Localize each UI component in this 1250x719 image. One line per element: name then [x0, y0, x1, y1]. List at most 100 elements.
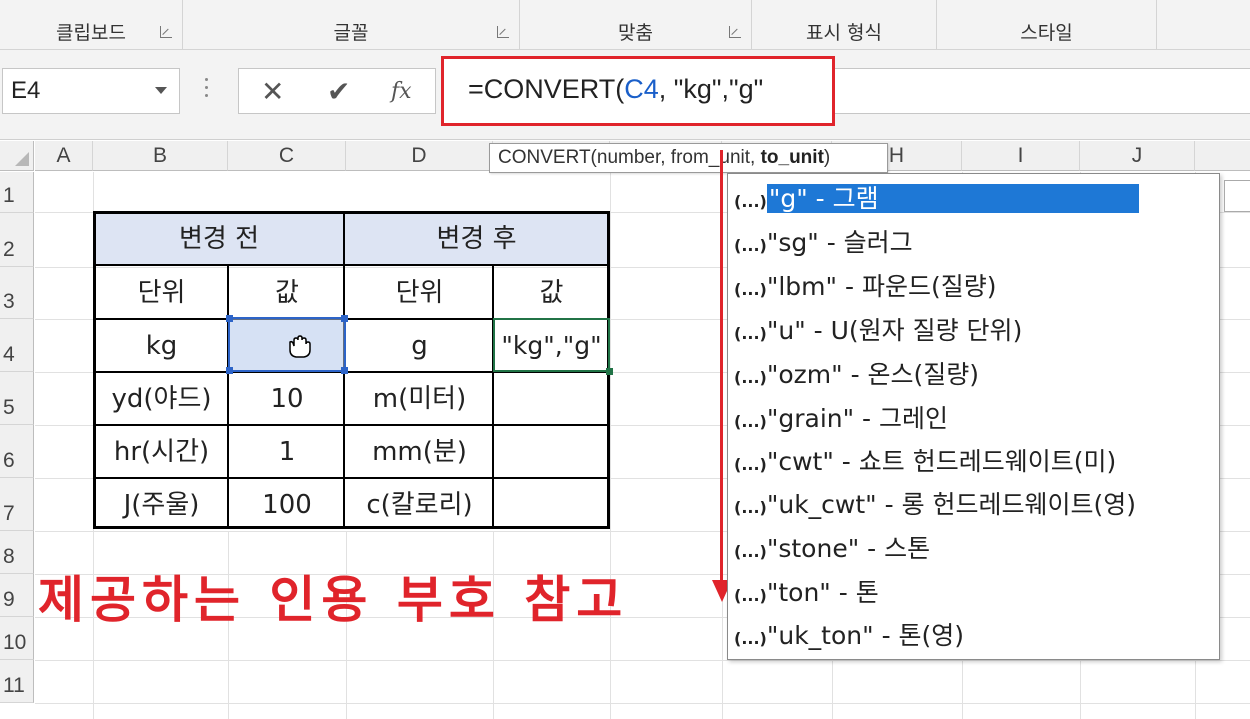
column-header-c[interactable]: C — [228, 141, 346, 171]
column-header-d[interactable]: D — [346, 141, 493, 171]
list-item[interactable]: (...)"stone" - 스톤 — [734, 529, 930, 569]
list-item[interactable]: (...)"uk_cwt" - 롱 헌드레드웨이트(영) — [734, 485, 1136, 525]
gridline — [93, 172, 94, 719]
ribbon-group-alignment: 맞춤 — [520, 0, 752, 50]
row-header-11[interactable]: 11 — [0, 660, 34, 703]
column-header-b[interactable]: B — [93, 141, 228, 171]
column-header-i[interactable]: I — [962, 141, 1080, 171]
list-item-label: "cwt" - 쇼트 헌드레드웨이트(미) — [766, 447, 1117, 476]
row-header-1[interactable]: 1 — [0, 172, 34, 213]
row-header-4[interactable]: 4 — [0, 319, 34, 372]
list-item[interactable]: (...)"u" - U(원자 질량 단위) — [734, 311, 1022, 351]
fill-handle[interactable] — [606, 368, 613, 375]
row-header-9[interactable]: 9 — [0, 574, 34, 617]
resize-handle[interactable] — [341, 315, 348, 322]
ribbon-group-styles: 스타일 — [937, 0, 1157, 50]
cell-d5[interactable]: m(미터) — [346, 373, 493, 425]
row-header-3[interactable]: 3 — [0, 267, 34, 319]
column-header-j[interactable]: J — [1080, 141, 1195, 171]
annotation-line — [720, 150, 723, 582]
value-label-before[interactable]: 값 — [230, 267, 344, 319]
header-after-change[interactable]: 변경 후 — [345, 213, 608, 265]
cell-b6[interactable]: hr(시간) — [95, 426, 228, 478]
list-item[interactable]: (...)"ton" - 톤 — [734, 573, 879, 613]
ellipsis-icon: (...) — [734, 455, 767, 474]
ellipsis-icon: (...) — [734, 192, 767, 211]
list-item[interactable]: (...)"ozm" - 온스(질량) — [734, 355, 979, 395]
cell-b7[interactable]: J(주울) — [95, 479, 228, 531]
referenced-cell-c4[interactable] — [226, 315, 348, 374]
list-item[interactable]: (...)"uk_ton" - 톤(영) — [734, 616, 964, 656]
dialog-launcher-icon[interactable] — [497, 26, 509, 38]
enter-check-icon[interactable]: ✔ — [327, 75, 350, 108]
active-cell-e4[interactable] — [493, 318, 613, 375]
formula-bar: E4 ✕ ✔ fx =CONVERT(C4, "kg","g" — [0, 50, 1250, 140]
list-item-label: "g" - 그램 — [766, 184, 1139, 213]
cell-b5[interactable]: yd(야드) — [95, 373, 228, 425]
formula-buttons: ✕ ✔ fx — [238, 68, 436, 114]
header-before-change[interactable]: 변경 전 — [95, 213, 343, 265]
ribbon-group-label: 스타일 — [1020, 22, 1073, 44]
cancel-icon[interactable]: ✕ — [261, 75, 284, 108]
cell-c6[interactable]: 1 — [230, 426, 344, 478]
cell-d6[interactable]: mm(분) — [346, 426, 493, 478]
table-divider — [95, 424, 609, 426]
row-header-7[interactable]: 7 — [0, 478, 34, 531]
row-header-2[interactable]: 2 — [0, 213, 34, 267]
column-header-k[interactable] — [1195, 141, 1250, 171]
tooltip-close-paren: ) — [823, 147, 831, 168]
row-header-6[interactable]: 6 — [0, 425, 34, 478]
resize-handle[interactable] — [226, 367, 233, 374]
formula-cell-ref: C4 — [624, 74, 659, 104]
move-cursor-icon — [289, 335, 311, 358]
gridline — [35, 703, 1250, 704]
list-item-label: "ozm" - 온스(질량) — [766, 360, 980, 389]
unit-label-after[interactable]: 단위 — [346, 267, 493, 319]
unit-autocomplete-list[interactable]: (...)"g" - 그램 (...)"sg" - 슬러그 (...)"lbm"… — [727, 173, 1220, 660]
select-all-button[interactable] — [0, 141, 34, 171]
row-header-10[interactable]: 10 — [0, 617, 34, 660]
column-header-a[interactable]: A — [35, 141, 93, 171]
formula-input-area[interactable] — [835, 68, 1250, 114]
cell-c5[interactable]: 10 — [230, 373, 344, 425]
name-box[interactable]: E4 — [2, 68, 180, 114]
list-item[interactable]: (...)"sg" - 슬러그 — [734, 223, 913, 263]
ellipsis-icon: (...) — [734, 280, 767, 299]
chevron-down-icon[interactable] — [155, 87, 167, 94]
ellipsis-icon: (...) — [734, 542, 767, 561]
ribbon-group-label: 클립보드 — [56, 22, 126, 44]
dialog-launcher-icon[interactable] — [160, 26, 172, 38]
cell-d7[interactable]: c(칼로리) — [346, 479, 493, 531]
value-label-after[interactable]: 값 — [495, 267, 608, 319]
ellipsis-icon: (...) — [734, 324, 767, 343]
ribbon-group-label: 표시 형식 — [806, 22, 882, 44]
list-item[interactable]: (...)"lbm" - 파운드(질량) — [734, 267, 996, 307]
ribbon-group-label: 글꼴 — [333, 22, 369, 44]
dialog-launcher-icon[interactable] — [729, 26, 741, 38]
gridline — [610, 172, 611, 719]
list-item-label: "uk_ton" - 톤(영) — [766, 621, 965, 650]
cell-d4[interactable]: g — [346, 320, 493, 372]
row-header-8[interactable]: 8 — [0, 531, 34, 574]
row-header-5[interactable]: 5 — [0, 372, 34, 425]
formula-input[interactable]: =CONVERT(C4, "kg","g" — [441, 56, 835, 126]
drag-handle-icon[interactable] — [205, 78, 209, 102]
cell-c7[interactable]: 100 — [230, 479, 344, 531]
list-item-label: "lbm" - 파운드(질량) — [766, 272, 997, 301]
insert-function-icon[interactable]: fx — [391, 79, 412, 104]
ellipsis-icon: (...) — [734, 368, 767, 387]
cell-b4[interactable]: kg — [95, 320, 228, 372]
ellipsis-icon: (...) — [734, 236, 767, 255]
ribbon-group-labels: 클립보드 글꼴 맞춤 표시 형식 스타일 — [0, 0, 1250, 50]
name-box-value: E4 — [11, 77, 41, 104]
table-divider — [227, 266, 229, 528]
resize-handle[interactable] — [226, 315, 233, 322]
list-item[interactable]: (...)"cwt" - 쇼트 헌드레드웨이트(미) — [734, 442, 1116, 482]
function-tooltip: CONVERT(number, from_unit, to_unit) — [489, 143, 888, 173]
table-divider — [95, 264, 609, 266]
unit-label-before[interactable]: 단위 — [95, 267, 228, 319]
resize-handle[interactable] — [341, 367, 348, 374]
list-item-label: "u" - U(원자 질량 단위) — [766, 316, 1023, 345]
list-item[interactable]: (...)"grain" - 그레인 — [734, 399, 948, 439]
list-item[interactable]: (...)"g" - 그램 — [734, 179, 1139, 219]
